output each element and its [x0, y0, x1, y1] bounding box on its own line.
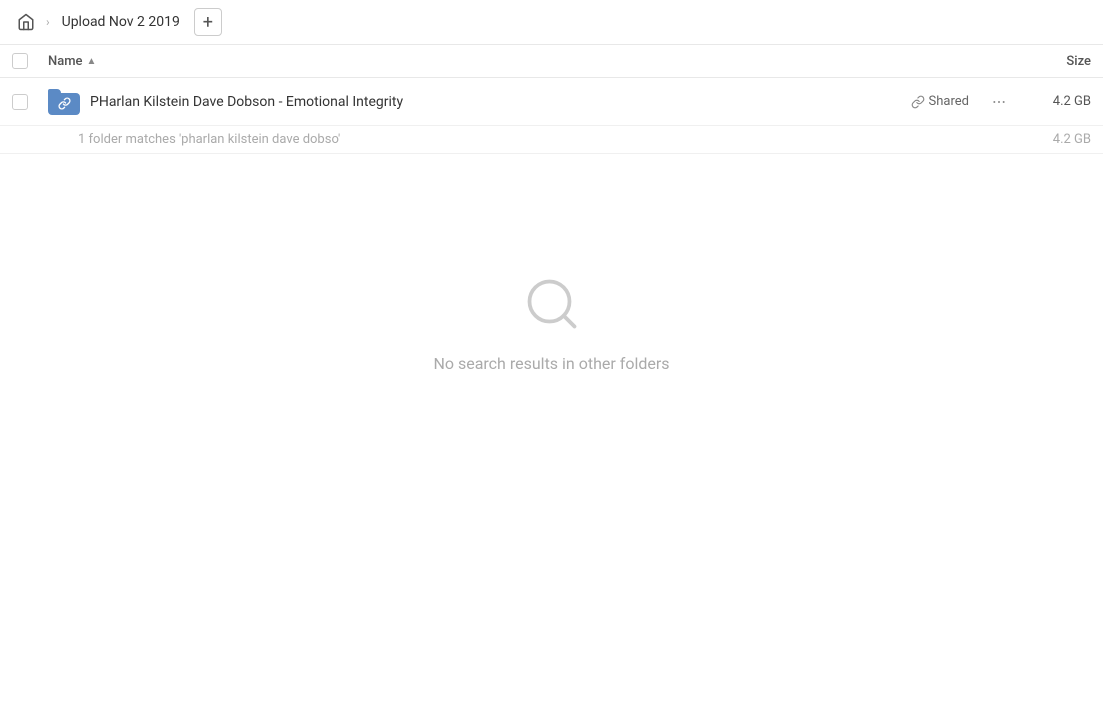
- shared-badge: Shared: [911, 94, 969, 109]
- match-info-row: 1 folder matches 'pharlan kilstein dave …: [0, 126, 1103, 154]
- table-row[interactable]: PHarlan Kilstein Dave Dobson - Emotional…: [0, 78, 1103, 126]
- breadcrumb-current[interactable]: Upload Nov 2 2019: [56, 10, 186, 34]
- more-options-button[interactable]: [985, 88, 1013, 116]
- name-column-header[interactable]: Name ▲: [48, 54, 1011, 69]
- file-size: 4.2 GB: [1021, 94, 1091, 109]
- sort-icon: ▲: [87, 56, 97, 67]
- size-column-header[interactable]: Size: [1011, 54, 1091, 69]
- match-info-size: 4.2 GB: [1021, 132, 1091, 147]
- link-icon: [58, 97, 71, 110]
- empty-state: No search results in other folders: [0, 154, 1103, 373]
- home-button[interactable]: [12, 8, 40, 36]
- row-checkbox-col: [12, 94, 48, 110]
- empty-state-text: No search results in other folders: [433, 354, 669, 373]
- row-checkbox[interactable]: [12, 94, 28, 110]
- folder-icon: [48, 86, 80, 118]
- match-info-text: 1 folder matches 'pharlan kilstein dave …: [78, 132, 1021, 147]
- more-icon: [991, 94, 1007, 110]
- no-results-icon: [522, 274, 582, 338]
- shared-label: Shared: [929, 94, 969, 109]
- select-all-checkbox[interactable]: [12, 53, 28, 69]
- header-checkbox-col: [12, 53, 48, 69]
- link-badge-icon: [911, 95, 925, 109]
- breadcrumb-bar: › Upload Nov 2 2019 +: [0, 0, 1103, 45]
- column-headers: Name ▲ Size: [0, 45, 1103, 78]
- breadcrumb-separator: ›: [46, 15, 50, 29]
- file-name: PHarlan Kilstein Dave Dobson - Emotional…: [90, 94, 911, 110]
- add-button[interactable]: +: [194, 8, 222, 36]
